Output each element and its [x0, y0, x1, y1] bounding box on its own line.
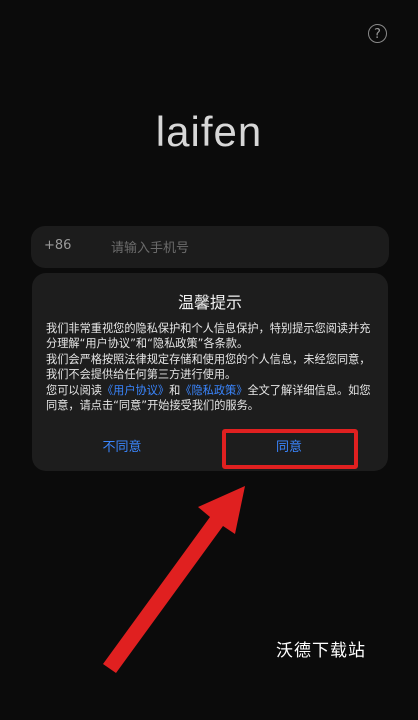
annotation-arrow-icon: [103, 486, 245, 673]
watermark: 沃德下载站: [276, 641, 366, 661]
